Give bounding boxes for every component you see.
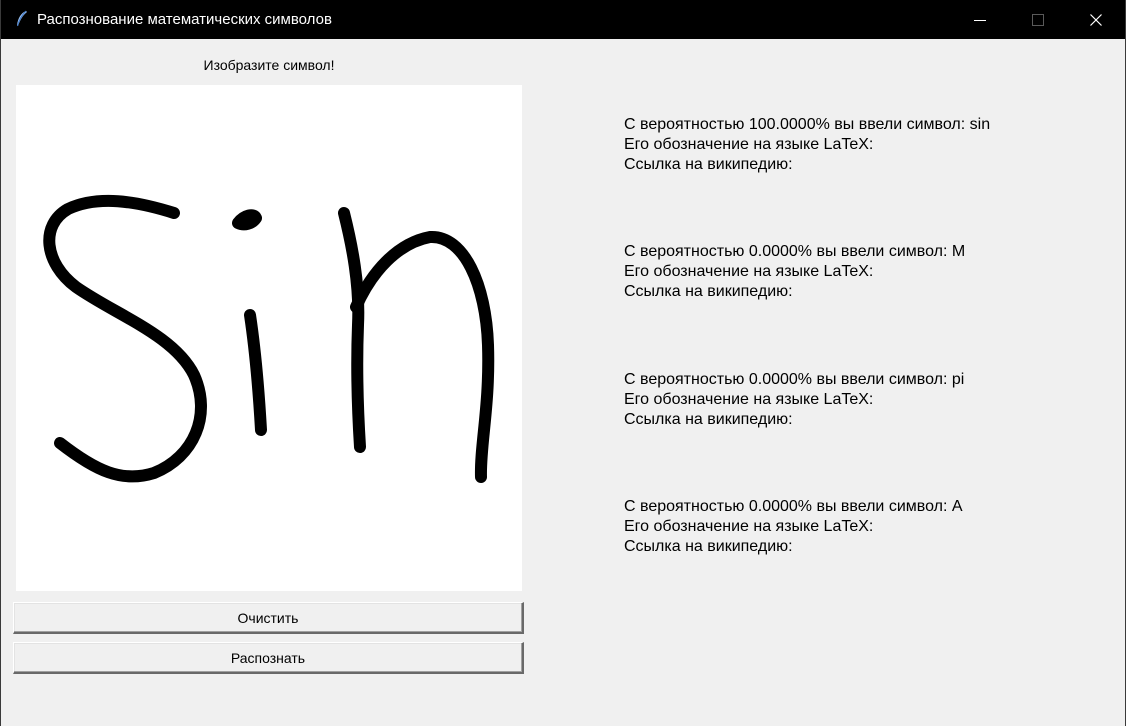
result-latex: Его обозначение на языке LaTeX: [624,263,874,280]
window-title: Распознование математических символов [37,11,332,28]
result-wiki-link: Ссылка на википедию: [624,538,793,555]
maximize-button[interactable] [1009,0,1067,39]
app-window: Распознование математических символов Из… [0,0,1126,726]
title-bar[interactable]: Распознование математических символов [1,0,1125,39]
close-icon [1090,13,1102,26]
result-latex: Его обозначение на языке LaTeX: [624,136,874,153]
result-latex: Его обозначение на языке LaTeX: [624,391,874,408]
maximize-icon [1032,13,1044,26]
recognize-button[interactable]: Распознать [13,642,524,674]
result-item: С вероятностью 0.0000% вы ввели символ: … [624,242,965,302]
result-probability: С вероятностью 100.0000% вы ввели символ… [624,116,991,133]
minimize-icon [974,14,986,26]
result-item: С вероятностью 0.0000% вы ввели символ: … [624,370,964,430]
result-wiki-link: Ссылка на википедию: [624,283,793,300]
close-button[interactable] [1067,0,1125,39]
result-probability: С вероятностью 0.0000% вы ввели символ: … [624,498,963,515]
result-probability: С вероятностью 0.0000% вы ввели символ: … [624,243,966,260]
result-wiki-link: Ссылка на википедию: [624,156,793,173]
result-wiki-link: Ссылка на википедию: [624,411,793,428]
result-latex: Его обозначение на языке LaTeX: [624,518,874,535]
minimize-button[interactable] [951,0,1009,39]
canvas-title: Изобразите символ! [203,57,335,73]
result-probability: С вероятностью 0.0000% вы ввели символ: … [624,371,965,388]
clear-button[interactable]: Очистить [13,602,524,634]
result-item: С вероятностью 100.0000% вы ввели символ… [624,115,990,175]
feather-icon [15,10,29,28]
drawing-canvas[interactable] [16,85,522,591]
result-item: С вероятностью 0.0000% вы ввели символ: … [624,497,963,557]
handwritten-drawing [43,194,495,483]
